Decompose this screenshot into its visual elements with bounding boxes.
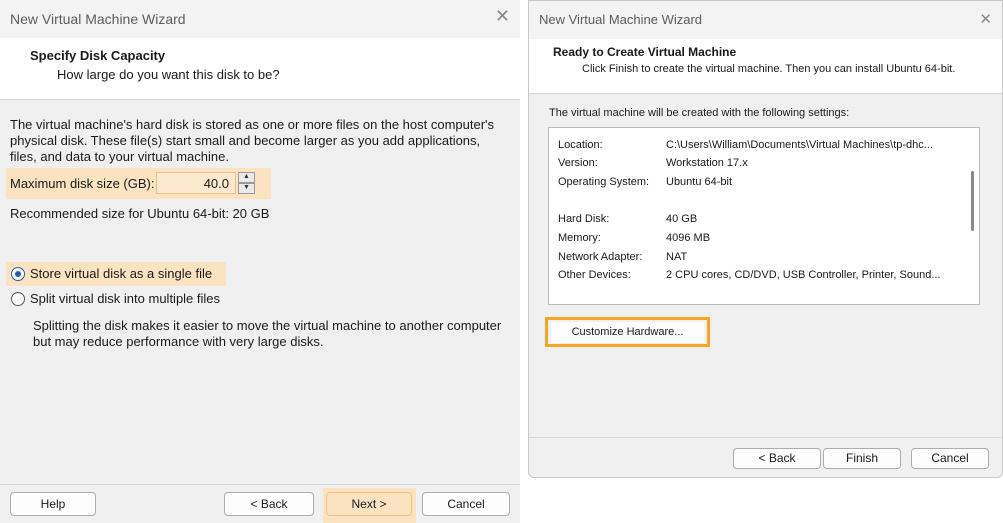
setting-value: 4096 MB xyxy=(666,232,711,244)
description-line: The virtual machine's hard disk is store… xyxy=(10,117,495,132)
disk-description: The virtual machine's hard disk is store… xyxy=(10,117,494,165)
title-bar: New Virtual Machine Wizard ✕ xyxy=(0,0,520,38)
radio-selected-icon[interactable] xyxy=(11,266,25,281)
radio-label: Store virtual disk as a single file xyxy=(30,266,213,281)
setting-value: Workstation 17.x xyxy=(666,157,748,169)
setting-row: Network Adapter: NAT xyxy=(558,251,966,263)
setting-row: Memory: 4096 MB xyxy=(558,232,966,244)
recommended-size: Recommended size for Ubuntu 64-bit: 20 G… xyxy=(10,206,270,221)
page-title: Specify Disk Capacity xyxy=(30,48,166,63)
setting-value: NAT xyxy=(666,251,688,263)
max-disk-input[interactable]: 40.0 xyxy=(156,172,236,194)
settings-scrollbar[interactable] xyxy=(971,171,974,231)
page-subtitle: Click Finish to create the virtual machi… xyxy=(582,63,956,75)
wizard-header: Specify Disk Capacity How large do you w… xyxy=(0,38,520,100)
setting-value: 2 CPU cores, CD/DVD, USB Controller, Pri… xyxy=(666,269,941,281)
note-line: but may reduce performance with very lar… xyxy=(33,334,324,349)
description-line: physical disk. These file(s) start small… xyxy=(10,133,481,148)
footer-divider xyxy=(0,484,520,485)
spin-down-icon[interactable]: ▼ xyxy=(238,183,255,194)
setting-row: Version: Workstation 17.x xyxy=(558,157,966,169)
next-button[interactable]: Next > xyxy=(326,492,412,516)
back-button[interactable]: < Back xyxy=(733,448,821,469)
close-icon[interactable]: ✕ xyxy=(979,10,992,28)
setting-value: 40 GB xyxy=(666,213,698,225)
setting-row: Hard Disk: 40 GB xyxy=(558,213,966,225)
setting-value: Ubuntu 64-bit xyxy=(666,176,733,188)
setting-key: Memory: xyxy=(558,232,601,244)
spin-up-icon[interactable]: ▲ xyxy=(238,172,255,183)
note-line: Splitting the disk makes it easier to mo… xyxy=(33,318,502,333)
wizard-header: Ready to Create Virtual Machine Click Fi… xyxy=(529,39,1002,94)
footer-divider xyxy=(529,437,1002,438)
setting-value: C:\Users\William\Documents\Virtual Machi… xyxy=(666,139,933,151)
setting-key: Operating System: xyxy=(558,176,650,188)
setting-key: Hard Disk: xyxy=(558,213,610,225)
radio-multiple-files[interactable]: Split virtual disk into multiple files xyxy=(11,291,220,306)
radio-single-file[interactable]: Store virtual disk as a single file xyxy=(11,266,212,281)
page-subtitle: How large do you want this disk to be? xyxy=(57,67,280,82)
customize-hardware-button[interactable]: Customize Hardware... xyxy=(551,322,704,343)
max-disk-label: Maximum disk size (GB): xyxy=(10,176,155,191)
setting-key: Version: xyxy=(558,157,598,169)
back-button[interactable]: < Back xyxy=(224,492,314,516)
disk-capacity-dialog: New Virtual Machine Wizard ✕ Specify Dis… xyxy=(0,0,520,523)
finish-button[interactable]: Finish xyxy=(823,448,901,469)
cancel-button[interactable]: Cancel xyxy=(422,492,510,516)
window-title: New Virtual Machine Wizard xyxy=(539,12,703,27)
window-title: New Virtual Machine Wizard xyxy=(10,11,186,27)
title-bar: New Virtual Machine Wizard ✕ xyxy=(529,1,1002,39)
radio-unselected-icon[interactable] xyxy=(11,291,25,306)
max-disk-spinner[interactable]: 40.0 ▲ ▼ xyxy=(156,172,255,194)
settings-intro: The virtual machine will be created with… xyxy=(549,107,850,119)
customize-highlight: Customize Hardware... xyxy=(545,317,710,347)
setting-row: Operating System: Ubuntu 64-bit xyxy=(558,176,966,188)
setting-row: Location: C:\Users\William\Documents\Vir… xyxy=(558,139,966,151)
split-note: Splitting the disk makes it easier to mo… xyxy=(33,318,501,350)
cancel-button[interactable]: Cancel xyxy=(911,448,989,469)
setting-key: Network Adapter: xyxy=(558,251,643,263)
ready-to-create-dialog: New Virtual Machine Wizard ✕ Ready to Cr… xyxy=(528,0,1003,478)
setting-key: Other Devices: xyxy=(558,269,631,281)
page-title: Ready to Create Virtual Machine xyxy=(553,45,737,59)
description-line: files, and data to your virtual machine. xyxy=(10,149,229,164)
radio-label: Split virtual disk into multiple files xyxy=(30,291,221,306)
help-button[interactable]: Help xyxy=(10,492,96,516)
close-icon[interactable]: ✕ xyxy=(495,8,510,26)
setting-row: Other Devices: 2 CPU cores, CD/DVD, USB … xyxy=(558,269,966,281)
settings-list[interactable]: Location: C:\Users\William\Documents\Vir… xyxy=(548,127,980,305)
setting-key: Location: xyxy=(558,139,603,151)
